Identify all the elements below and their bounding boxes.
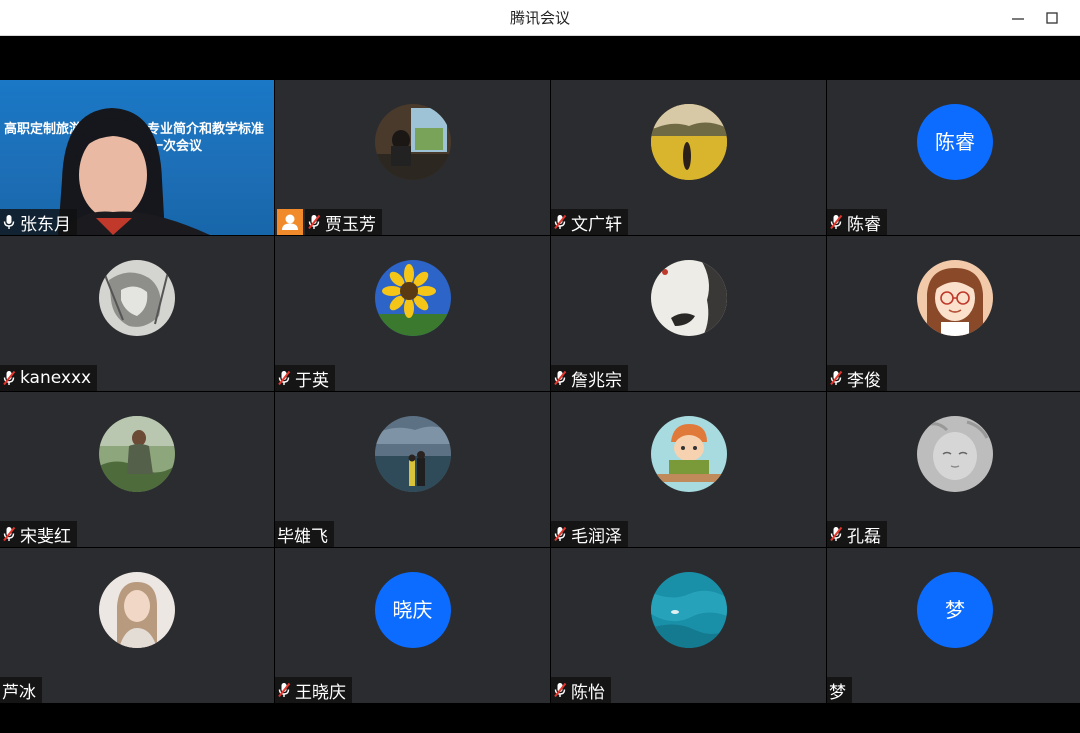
avatar: [99, 416, 175, 492]
participant-namebar: 梦: [827, 677, 852, 703]
participant-name: 文广轩: [571, 214, 622, 235]
mic-muted-icon: [830, 370, 843, 386]
mic-muted-icon: [3, 370, 16, 386]
tile-participant[interactable]: kanexxx: [0, 236, 274, 391]
window-title: 腾讯会议: [509, 9, 570, 27]
tile-participant[interactable]: 毕雄飞: [275, 392, 550, 547]
participant-namebar: 文广轩: [551, 209, 628, 235]
avatar-initials: 陈睿: [917, 104, 993, 180]
participant-grid: 高职定制旅游管理与服务专业简介和教学标准 一次会议 张东月: [0, 80, 1080, 703]
mic-muted-icon: [554, 526, 567, 542]
tile-participant[interactable]: 陈睿 陈睿: [827, 80, 1080, 235]
participant-name: 孔磊: [847, 526, 881, 547]
participant-namebar: 孔磊: [827, 521, 887, 547]
participant-name: 梦: [829, 682, 846, 703]
mic-muted-icon: [278, 370, 291, 386]
tile-participant[interactable]: 詹兆宗: [551, 236, 826, 391]
participant-namebar: 陈睿: [827, 209, 887, 235]
avatar: [374, 416, 451, 492]
avatar: [374, 260, 451, 336]
avatar-initials: 晓庆: [374, 572, 451, 648]
minimize-button[interactable]: [1006, 6, 1030, 30]
avatar: [99, 260, 175, 336]
maximize-button[interactable]: [1040, 6, 1064, 30]
mic-muted-icon: [554, 370, 567, 386]
tile-participant[interactable]: 宋斐红: [0, 392, 274, 547]
participant-namebar: 贾玉芳: [305, 209, 382, 235]
photo-ink-painting: [650, 260, 727, 336]
participant-namebar: 于英: [275, 365, 335, 391]
cartoon-boy-reading: [650, 416, 727, 492]
participant-name: 毕雄飞: [277, 526, 328, 547]
host-badge: [277, 209, 303, 235]
participant-name: 陈睿: [847, 214, 881, 235]
mic-muted-icon: [3, 526, 16, 542]
mic-muted-icon: [830, 214, 843, 230]
avatar: [917, 416, 993, 492]
tile-participant[interactable]: 孔磊: [827, 392, 1080, 547]
tile-participant[interactable]: 陈怡: [551, 548, 826, 703]
participant-namebar: 毕雄飞: [275, 521, 334, 547]
participant-name: 宋斐红: [20, 526, 71, 547]
photo-sketch-art: [99, 260, 175, 336]
photo-reading-by-window: [374, 104, 451, 180]
participant-name: 芦冰: [2, 682, 36, 703]
mic-muted-icon: [308, 214, 321, 230]
participant-namebar: 詹兆宗: [551, 365, 628, 391]
mic-muted-icon: [830, 526, 843, 542]
mic-muted-icon: [554, 214, 567, 230]
participant-name: 李俊: [847, 370, 881, 391]
avatar: [374, 104, 451, 180]
mic-on-icon: [3, 214, 15, 230]
tile-participant[interactable]: 贾玉芳: [275, 80, 550, 235]
tile-participant[interactable]: 文广轩: [551, 80, 826, 235]
minimize-icon: [1012, 18, 1024, 20]
avatar: [650, 260, 727, 336]
photo-sunflower: [374, 260, 451, 336]
avatar: [650, 572, 727, 648]
photo-aerial-ocean: [650, 572, 727, 648]
window-titlebar: 腾讯会议: [0, 0, 1080, 36]
avatar: [99, 572, 175, 648]
host-user-icon: [282, 214, 298, 230]
tile-participant[interactable]: 李俊: [827, 236, 1080, 391]
tile-presenter[interactable]: 高职定制旅游管理与服务专业简介和教学标准 一次会议 张东月: [0, 80, 274, 235]
avatar: [650, 104, 727, 180]
participant-namebar: 李俊: [827, 365, 887, 391]
avatar: [917, 260, 993, 336]
tile-participant[interactable]: 梦 梦: [827, 548, 1080, 703]
participant-name: 毛润泽: [571, 526, 622, 547]
photo-yellow-flower-field: [650, 104, 727, 180]
avatar-initials: 梦: [917, 572, 993, 648]
tile-participant[interactable]: 芦冰: [0, 548, 274, 703]
mic-muted-icon: [554, 682, 567, 698]
maximize-icon: [1046, 12, 1058, 24]
participant-name: kanexxx: [20, 368, 92, 388]
participant-namebar: 芦冰: [0, 677, 42, 703]
participant-name: 詹兆宗: [571, 370, 622, 391]
participant-name: 王晓庆: [295, 682, 346, 703]
participant-namebar: 陈怡: [551, 677, 611, 703]
participant-name: 陈怡: [571, 682, 605, 703]
cartoon-girl-glasses: [917, 260, 993, 336]
participant-namebar: kanexxx: [0, 365, 98, 391]
presenter-namebar: 张东月: [0, 209, 77, 235]
avatar: [650, 416, 727, 492]
photo-baby-sleeping: [917, 416, 993, 492]
tile-participant[interactable]: 毛润泽: [551, 392, 826, 547]
participant-namebar: 毛润泽: [551, 521, 628, 547]
participant-name: 张东月: [20, 214, 71, 235]
participant-name: 贾玉芳: [325, 214, 376, 235]
tile-participant[interactable]: 于英: [275, 236, 550, 391]
participant-namebar: 宋斐红: [0, 521, 77, 547]
participant-name: 于英: [295, 370, 329, 391]
participant-namebar: 王晓庆: [275, 677, 352, 703]
mic-muted-icon: [278, 682, 291, 698]
photo-woman-portrait: [99, 572, 175, 648]
tile-participant[interactable]: 晓庆 王晓庆: [275, 548, 550, 703]
photo-person-outdoors: [99, 416, 175, 492]
photo-couple-seaside: [374, 416, 451, 492]
